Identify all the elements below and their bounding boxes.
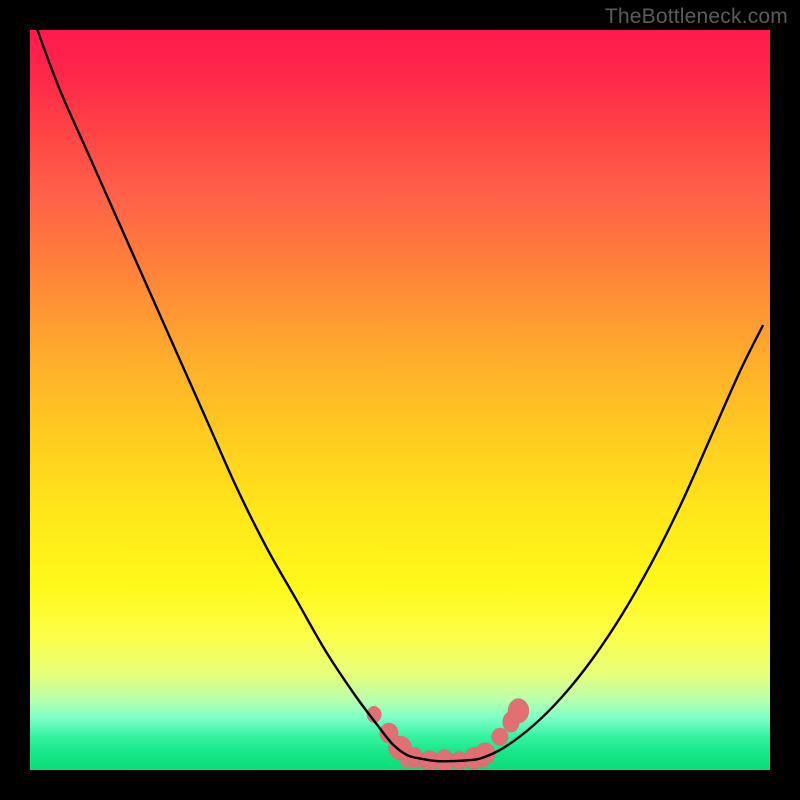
- chart-stage: TheBottleneck.com: [0, 0, 800, 800]
- marker-dot: [492, 728, 509, 745]
- marker-layer: [367, 699, 529, 770]
- curves-svg: [30, 30, 770, 770]
- watermark-text: TheBottleneck.com: [605, 5, 788, 29]
- marker-dot: [508, 699, 529, 724]
- plot-area: [30, 30, 770, 770]
- bottleneck-curve: [37, 30, 762, 761]
- marker-dot: [435, 750, 454, 770]
